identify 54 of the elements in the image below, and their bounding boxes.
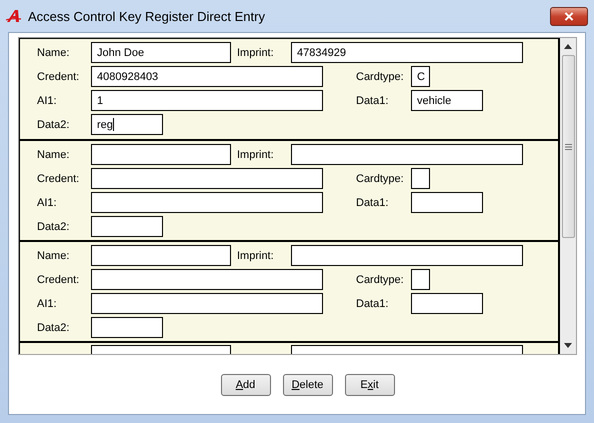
scrollbar[interactable] bbox=[560, 38, 576, 354]
input-field[interactable]: 47834929 bbox=[291, 42, 523, 63]
input-field[interactable] bbox=[91, 245, 231, 266]
scroll-up-icon[interactable] bbox=[564, 44, 572, 49]
field-label: Cardtype: bbox=[356, 70, 405, 82]
field-label: Cardtype: bbox=[356, 274, 405, 286]
field-label: Data1: bbox=[356, 298, 390, 310]
input-field[interactable] bbox=[411, 269, 430, 290]
close-button[interactable] bbox=[550, 6, 588, 26]
field-label: Imprint: bbox=[237, 250, 275, 262]
field-label: Credent: bbox=[37, 274, 80, 286]
field-label: Name: bbox=[37, 148, 70, 160]
input-field[interactable] bbox=[91, 269, 323, 290]
input-field[interactable]: C bbox=[411, 66, 430, 87]
field-label: Imprint: bbox=[237, 46, 275, 58]
input-field[interactable] bbox=[411, 293, 483, 314]
field-label: Data1: bbox=[356, 196, 390, 208]
input-field[interactable]: vehicle bbox=[411, 90, 483, 111]
field-label: AI1: bbox=[37, 196, 58, 208]
field-label: Cardtype: bbox=[356, 172, 405, 184]
input-field[interactable] bbox=[91, 144, 231, 165]
field-label: Name: bbox=[37, 250, 70, 262]
input-field[interactable]: 1 bbox=[91, 90, 323, 111]
logo-icon bbox=[6, 9, 22, 23]
input-field[interactable] bbox=[91, 192, 323, 213]
field-label: AI1: bbox=[37, 298, 58, 310]
input-field[interactable] bbox=[91, 216, 163, 237]
field-label: Name: bbox=[37, 46, 70, 58]
input-field[interactable] bbox=[291, 144, 523, 165]
field-label: Data2: bbox=[37, 220, 70, 232]
field-label: Data2: bbox=[37, 322, 70, 334]
scroll-thumb[interactable] bbox=[562, 55, 574, 238]
input-field[interactable] bbox=[91, 317, 163, 338]
field-label: Data2: bbox=[37, 118, 70, 130]
input-field[interactable] bbox=[291, 245, 523, 266]
field-label: Data1: bbox=[356, 94, 390, 106]
window-title: Access Control Key Register Direct Entry bbox=[28, 8, 266, 24]
dialog-button[interactable]: Add bbox=[220, 374, 270, 396]
field-label: Credent: bbox=[37, 70, 80, 82]
input-field[interactable] bbox=[91, 293, 323, 314]
input-field[interactable] bbox=[91, 168, 323, 189]
input-field[interactable] bbox=[411, 192, 483, 213]
input-field[interactable] bbox=[411, 168, 430, 189]
dialog-button[interactable]: Exit bbox=[344, 374, 394, 396]
dialog-button[interactable]: Delete bbox=[282, 374, 332, 396]
close-icon bbox=[564, 12, 574, 20]
scroll-down-icon[interactable] bbox=[564, 343, 572, 348]
grip-icon bbox=[564, 144, 572, 150]
field-label: Imprint: bbox=[237, 148, 275, 160]
field-label: Credent: bbox=[37, 172, 80, 184]
field-label: AI1: bbox=[37, 94, 58, 106]
input-field[interactable]: John Doe bbox=[91, 42, 231, 63]
input-field[interactable]: 4080928403 bbox=[91, 66, 323, 87]
input-field[interactable]: reg bbox=[91, 114, 163, 135]
